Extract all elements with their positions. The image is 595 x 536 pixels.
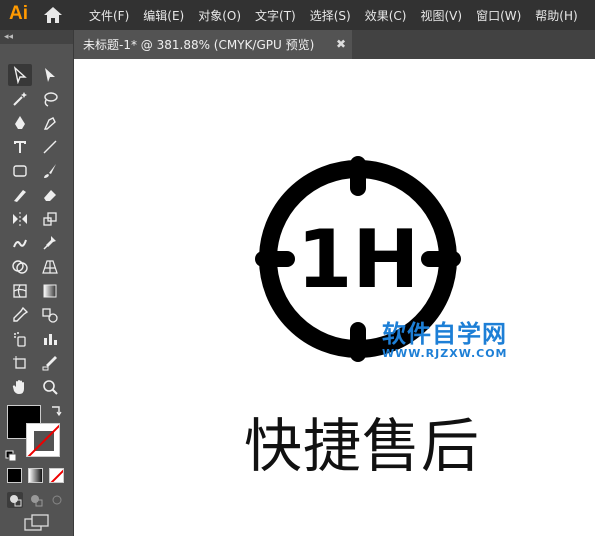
menu-file[interactable]: 文件(F) <box>89 7 129 24</box>
line-segment-tool-icon[interactable] <box>38 136 62 158</box>
caption-text: 快捷售后 <box>244 412 481 480</box>
clock-icon-text: 1H <box>297 213 420 306</box>
app-logo: Ai <box>9 3 28 24</box>
watermark: 软件自学网 WWW.RJZXW.COM <box>382 314 508 360</box>
artboard-tool-icon[interactable] <box>8 352 32 374</box>
stroke-swatch[interactable] <box>26 423 60 457</box>
menu-window[interactable]: 窗口(W) <box>476 7 521 24</box>
menu-object[interactable]: 对象(O) <box>198 7 241 24</box>
watermark-title: 软件自学网 <box>382 320 507 348</box>
menu-edit[interactable]: 编辑(E) <box>143 7 184 24</box>
menu-effect[interactable]: 效果(C) <box>365 7 407 24</box>
menu-type[interactable]: 文字(T) <box>255 7 296 24</box>
perspective-grid-icon[interactable] <box>38 256 62 278</box>
symbol-sprayer-icon[interactable] <box>8 328 32 350</box>
close-icon[interactable]: ✖ <box>336 37 346 51</box>
lasso-tool-icon[interactable] <box>38 88 62 110</box>
type-tool-icon[interactable] <box>8 136 32 158</box>
pen-tool-icon[interactable] <box>8 112 32 134</box>
shape-builder-icon[interactable] <box>8 256 32 278</box>
slice-tool-icon[interactable] <box>38 352 62 374</box>
reflect-tool-icon[interactable] <box>8 208 32 230</box>
watermark-url: WWW.RJZXW.COM <box>382 347 508 360</box>
warp-tool-icon[interactable] <box>8 232 32 254</box>
gradient-mode-button[interactable] <box>28 468 43 483</box>
document-tab-title: 未标题-1* @ 381.88% (CMYK/GPU 预览) <box>83 38 315 52</box>
document-tab-bar: 未标题-1* @ 381.88% (CMYK/GPU 预览) ✖ <box>74 30 595 59</box>
none-mode-button[interactable] <box>49 468 64 483</box>
color-mode-button[interactable] <box>7 468 22 483</box>
menu-select[interactable]: 选择(S) <box>310 7 351 24</box>
mesh-tool-icon[interactable] <box>8 280 32 302</box>
menu-view[interactable]: 视图(V) <box>420 7 462 24</box>
shaper-tool-icon[interactable] <box>8 184 32 206</box>
menu-list: 文件(F) 编辑(E) 对象(O) 文字(T) 选择(S) 效果(C) 视图(V… <box>82 0 585 30</box>
default-colors-icon[interactable] <box>5 447 17 462</box>
column-graph-icon[interactable] <box>38 328 62 350</box>
paintbrush-tool-icon[interactable] <box>38 160 62 182</box>
screen-mode-icon[interactable] <box>24 514 50 532</box>
selection-tool-icon[interactable] <box>8 64 32 86</box>
hand-tool-icon[interactable] <box>8 376 32 398</box>
draw-behind-icon[interactable] <box>28 492 44 508</box>
tools-panel: ◂◂ <box>0 30 74 536</box>
draw-normal-icon[interactable] <box>7 492 23 508</box>
eyedropper-tool-icon[interactable] <box>8 304 32 326</box>
puppet-warp-icon[interactable] <box>38 232 62 254</box>
magic-wand-icon[interactable] <box>8 88 32 110</box>
document-tab[interactable]: 未标题-1* @ 381.88% (CMYK/GPU 预览) ✖ <box>74 30 352 59</box>
direct-selection-tool-icon[interactable] <box>38 64 62 86</box>
artboard-canvas[interactable]: 1H 软件自学网 WWW.RJZXW.COM 快捷售后 <box>74 59 595 536</box>
menu-help[interactable]: 帮助(H) <box>535 7 577 24</box>
menu-bar: Ai 文件(F) 编辑(E) 对象(O) 文字(T) 选择(S) 效果(C) 视… <box>0 0 595 30</box>
curvature-tool-icon[interactable] <box>38 112 62 134</box>
scale-tool-icon[interactable] <box>38 208 62 230</box>
collapse-panel-icon[interactable]: ◂◂ <box>0 30 73 44</box>
blend-tool-icon[interactable] <box>38 304 62 326</box>
zoom-tool-icon[interactable] <box>38 376 62 398</box>
rectangle-tool-icon[interactable] <box>8 160 32 182</box>
home-icon[interactable] <box>43 6 63 24</box>
eraser-tool-icon[interactable] <box>38 184 62 206</box>
draw-inside-icon[interactable] <box>49 492 65 508</box>
swap-colors-icon[interactable] <box>49 403 63 417</box>
gradient-tool-icon[interactable] <box>38 280 62 302</box>
